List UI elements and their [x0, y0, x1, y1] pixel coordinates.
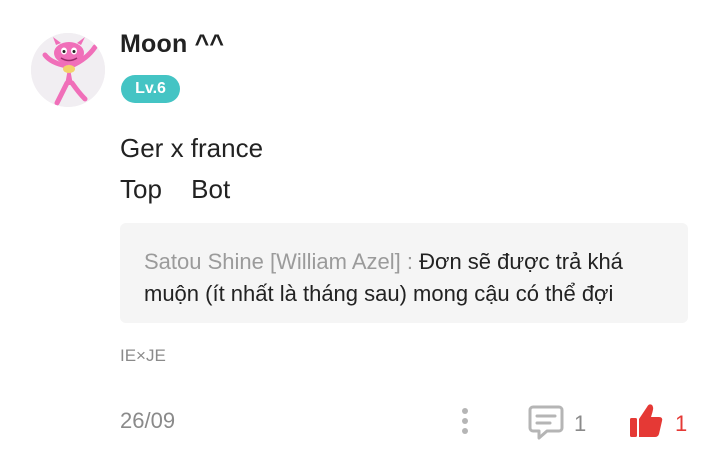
comment-tag: IE×JE [120, 346, 166, 365]
reply-button[interactable]: 1 [528, 403, 598, 441]
thumbs-up-icon [630, 404, 663, 437]
quote-author: Satou Shine [William Azel] : [144, 249, 414, 274]
quoted-reply[interactable]: Satou Shine [William Azel] : Đơn sẽ được… [120, 223, 688, 323]
dot [462, 408, 468, 414]
level-badge: Lv.6 [121, 75, 180, 103]
pink-character-icon [31, 33, 105, 107]
dot [462, 418, 468, 424]
username[interactable]: Moon ^^ [120, 30, 224, 59]
like-count: 1 [675, 411, 688, 436]
dot [462, 428, 468, 434]
avatar[interactable] [31, 33, 105, 107]
comment-text-line-1: Ger x france [120, 133, 264, 163]
comment-date: 26/09 [120, 408, 176, 433]
reply-count: 1 [574, 411, 587, 436]
more-options-icon[interactable] [455, 405, 475, 437]
like-button[interactable]: 1 [628, 401, 698, 441]
comment-text-line-2: Top Bot [120, 174, 231, 204]
speech-bubble-icon [528, 405, 564, 440]
